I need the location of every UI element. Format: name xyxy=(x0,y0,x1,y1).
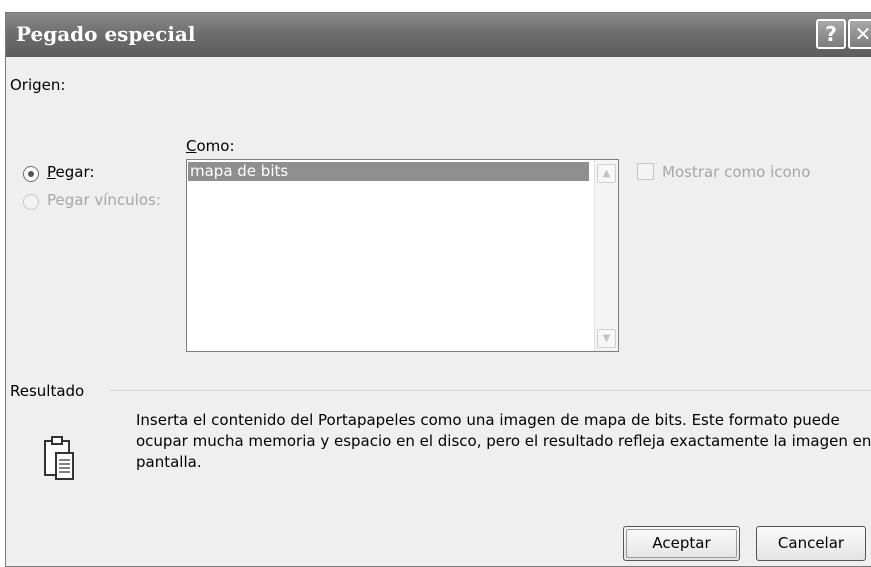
paste-special-dialog: Pegado especial ? ✕ Origen: Como: Pegar:… xyxy=(5,12,871,567)
close-button[interactable]: ✕ xyxy=(848,19,871,49)
listbox-scrollbar[interactable]: ▲ ▼ xyxy=(594,160,618,351)
title-bar[interactable]: Pegado especial ? ✕ xyxy=(6,13,871,57)
result-line-2: ocupar mucha memoria y espacio en el dis… xyxy=(136,432,871,450)
ok-button-focus-ring xyxy=(626,529,737,558)
paste-radio[interactable] xyxy=(23,166,39,182)
result-line-3: pantalla. xyxy=(136,453,202,471)
help-button[interactable]: ? xyxy=(816,19,846,49)
paste-link-label: Pegar vínculos: xyxy=(47,191,161,209)
radio-dot-icon xyxy=(28,171,34,177)
result-label: Resultado xyxy=(10,382,85,400)
chevron-down-icon[interactable]: ▼ xyxy=(597,329,616,348)
result-description: Inserta el contenido del Portapapeles co… xyxy=(136,410,871,473)
chevron-up-icon[interactable]: ▲ xyxy=(597,164,616,183)
show-as-icon-checkbox[interactable] xyxy=(637,163,654,180)
dialog-title: Pegado especial xyxy=(16,22,196,46)
source-label: Origen: xyxy=(10,76,66,94)
result-line-1: Inserta el contenido del Portapapeles co… xyxy=(136,411,840,429)
clipboard-paste-icon xyxy=(44,436,74,480)
ok-button[interactable]: Aceptar xyxy=(623,526,740,561)
show-as-icon-label: Mostrar como icono xyxy=(662,163,811,181)
list-item[interactable]: mapa de bits xyxy=(188,162,589,181)
as-label: Como: xyxy=(186,137,235,155)
cancel-button[interactable]: Cancelar xyxy=(756,526,866,561)
as-listbox[interactable]: mapa de bits ▲ ▼ xyxy=(186,159,619,352)
as-label-rest: omo: xyxy=(196,137,235,155)
paste-label: Pegar: xyxy=(47,163,95,181)
result-separator xyxy=(110,390,871,391)
paste-link-radio[interactable] xyxy=(23,194,39,210)
